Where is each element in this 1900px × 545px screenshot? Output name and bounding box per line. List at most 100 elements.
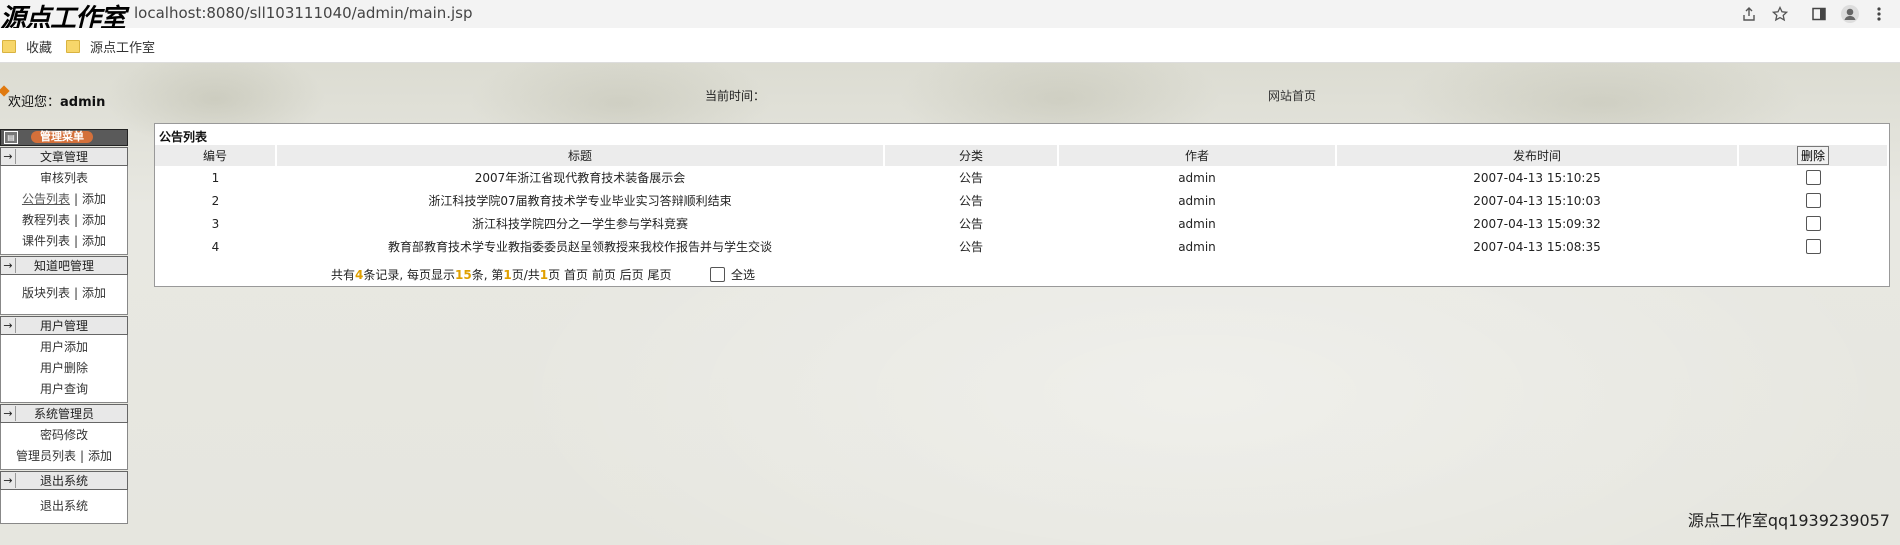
pager-first[interactable]: 首页 [564,268,588,282]
menu-board-add[interactable]: 添加 [82,286,106,300]
select-all: 全选 [710,266,755,283]
table-row: 4 教育部教育技术学专业教指委委员赵呈领教授来我校作报告并与学生交谈 公告 ad… [155,235,1888,258]
notice-list-panel: 公告列表 编号 标题 分类 作者 发布时间 删除 1 2007年浙江省现代教育技… [154,123,1890,287]
pager-prev[interactable]: 前页 [592,268,616,282]
cell-author: admin [1178,216,1216,231]
cell-id: 2 [211,193,220,208]
panel-title: 公告列表 [159,130,208,144]
pager-text: 页/共 [511,268,540,282]
cell-title-link[interactable]: 教育部教育技术学专业教指委委员赵呈领教授来我校作报告并与学生交谈 [276,235,884,258]
share-icon[interactable] [1736,2,1762,26]
pager-text: 条记录, 每页显示 [363,268,456,282]
folder-icon [2,40,16,53]
star-icon[interactable] [1767,2,1793,26]
bookmark-label: 收藏 [26,41,53,56]
section-user-management[interactable]: → 用户管理 [0,316,128,335]
section-system-body: 密码修改 管理员列表 | 添加 [0,423,128,470]
section-system-admin[interactable]: → 系统管理员 [0,404,128,423]
cell-category: 公告 [958,194,983,208]
menu-admin-list[interactable]: 管理员列表 [16,449,76,463]
menu-tutorial-add[interactable]: 添加 [82,213,106,227]
cell-author: admin [1178,193,1216,208]
col-id: 编号 [155,145,277,166]
cell-title-link[interactable]: 2007年浙江省现代教育技术装备展示会 [276,166,884,189]
section-article-management[interactable]: → 文章管理 [0,147,128,166]
footer-credit: 源点工作室qq1939239057 [1687,511,1890,530]
pager-current: 1 [503,268,512,282]
section-label: 系统管理员 [33,407,94,421]
delete-button[interactable]: 删除 [1796,146,1829,165]
row-checkbox[interactable] [1805,216,1821,231]
browser-address-bar: localhost:8080/sll103111040/admin/main.j… [0,0,1900,34]
menu-user-delete[interactable]: 用户删除 [40,361,88,375]
pager-last[interactable]: 尾页 [648,268,672,282]
cell-time: 2007-04-13 15:08:35 [1473,239,1601,254]
cell-category: 公告 [958,240,983,254]
menu-user-add[interactable]: 用户添加 [40,340,88,354]
table-row: 1 2007年浙江省现代教育技术装备展示会 公告 admin 2007-04-1… [155,166,1888,189]
col-category: 分类 [884,145,1059,166]
cell-id: 3 [211,216,220,231]
pager-text: 页 [548,268,561,282]
menu-title-bar: ▤ 管理菜单 [0,129,128,146]
pager-text: 条, 第 [471,268,504,282]
row-checkbox[interactable] [1805,239,1821,254]
site-home-link[interactable]: 网站首页 [1268,87,1316,104]
section-label: 退出系统 [39,474,88,488]
cell-category: 公告 [958,217,983,231]
more-menu-icon[interactable] [1866,2,1892,26]
cell-category: 公告 [958,171,983,185]
menu-admin-add[interactable]: 添加 [88,449,112,463]
url-text[interactable]: localhost:8080/sll103111040/admin/main.j… [134,4,473,22]
cell-time: 2007-04-13 15:10:25 [1473,170,1601,185]
select-all-label: 全选 [731,268,756,282]
section-forum-body: 版块列表 | 添加 [0,275,128,315]
table-row: 3 浙江科技学院四分之一学生参与学科竞赛 公告 admin 2007-04-13… [155,212,1888,235]
cell-id: 4 [211,239,220,254]
username: admin [60,95,106,110]
section-label: 知道吧管理 [33,259,94,273]
pager: 共有4条记录, 每页显示15条, 第1页/共1页 首页 前页 后页 尾页 [331,266,672,283]
cell-title-link[interactable]: 浙江科技学院07届教育技术学专业毕业实习答辩顺利结束 [276,189,884,212]
select-all-checkbox[interactable] [710,267,725,282]
row-checkbox[interactable] [1805,193,1821,208]
admin-app: 欢迎您：admin 当前时间： 网站首页 ▤ 管理菜单 → 文章管理 审核列表 … [0,63,1900,545]
folder-icon [66,40,80,53]
section-logout[interactable]: → 退出系统 [0,471,128,490]
menu-logout[interactable]: 退出系统 [40,499,88,513]
section-forum-management[interactable]: → 知道吧管理 [0,256,128,275]
menu-title: 管理菜单 [31,131,93,143]
col-title: 标题 [276,145,885,166]
menu-password-change[interactable]: 密码修改 [40,428,88,442]
section-user-body: 用户添加 用户删除 用户查询 [0,335,128,403]
menu-courseware-list[interactable]: 课件列表 [22,234,70,248]
bookmark-studio[interactable]: 源点工作室 [66,37,155,56]
menu-courseware-add[interactable]: 添加 [82,234,106,248]
cell-time: 2007-04-13 15:10:03 [1473,193,1601,208]
table-header-row: 编号 标题 分类 作者 发布时间 删除 [155,145,1889,166]
notice-table: 编号 标题 分类 作者 发布时间 删除 1 2007年浙江省现代教育技术装备展示… [155,145,1889,258]
pager-next[interactable]: 后页 [620,268,644,282]
cell-author: admin [1178,239,1216,254]
menu-tutorial-list[interactable]: 教程列表 [22,213,70,227]
current-time-label: 当前时间： [705,89,766,103]
book-icon: ▤ [4,131,18,144]
menu-audit-list[interactable]: 审核列表 [40,171,88,185]
col-time: 发布时间 [1336,145,1739,166]
admin-sidebar: ▤ 管理菜单 → 文章管理 审核列表 公告列表 | 添加 教程列表 | 添加 课件列表 |… [0,129,128,524]
cell-id: 1 [211,170,220,185]
section-article-body: 审核列表 公告列表 | 添加 教程列表 | 添加 课件列表 | 添加 [0,166,128,255]
cell-title-link[interactable]: 浙江科技学院四分之一学生参与学科竞赛 [276,212,884,235]
profile-icon[interactable] [1837,2,1863,26]
menu-notice-add[interactable]: 添加 [82,192,106,206]
bookmark-favorites[interactable]: 收藏 [2,37,52,56]
menu-notice-list[interactable]: 公告列表 [22,192,70,206]
bookmarks-bar: 收藏 源点工作室 [0,28,1900,63]
menu-user-search[interactable]: 用户查询 [40,382,88,396]
sidebar-panel-icon[interactable] [1806,2,1832,26]
welcome-text: 欢迎您：admin [8,91,105,110]
menu-board-list[interactable]: 版块列表 [22,286,70,300]
col-author: 作者 [1058,145,1337,166]
row-checkbox[interactable] [1805,170,1821,185]
section-label: 文章管理 [39,150,88,164]
